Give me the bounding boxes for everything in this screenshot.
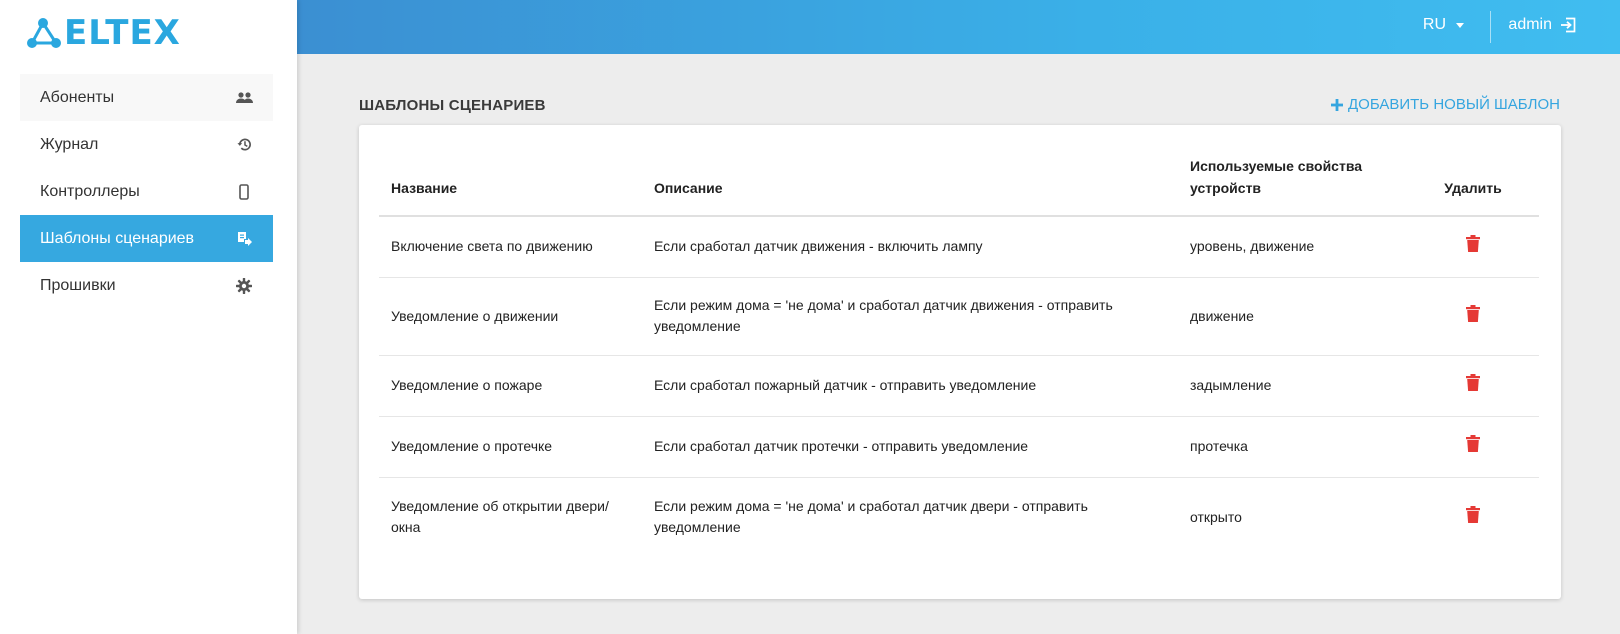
plus-icon [1331, 98, 1344, 111]
delete-icon[interactable] [1466, 374, 1480, 397]
language-selector[interactable]: RU [1423, 16, 1464, 34]
sidebar: ELTEX Абоненты Журнал Контроллеры Шаблон… [0, 0, 297, 634]
delete-icon[interactable] [1466, 235, 1480, 258]
device-icon [235, 183, 253, 201]
cell-delete [1407, 477, 1539, 557]
cell-description: Если сработал датчик движения - включить… [642, 216, 1178, 278]
page-title: ШАБЛОНЫ СЦЕНАРИЕВ [359, 97, 546, 114]
cell-description: Если режим дома = 'не дома' и сработал д… [642, 277, 1178, 356]
column-header-description: Описание [642, 155, 1178, 217]
add-template-button[interactable]: ДОБАВИТЬ НОВЫЙ ШАБЛОН [1331, 96, 1560, 113]
cell-name: Уведомление о пожаре [379, 355, 642, 417]
cell-properties: движение [1178, 277, 1407, 356]
sidebar-item-firmware[interactable]: Прошивки [20, 262, 273, 309]
cell-name: Включение света по движению [379, 216, 642, 278]
delete-icon[interactable] [1466, 435, 1480, 458]
history-icon [235, 136, 253, 154]
cell-delete [1407, 277, 1539, 356]
table-row[interactable]: Уведомление о протечке Если сработал дат… [379, 416, 1539, 478]
sidebar-item-journal[interactable]: Журнал [20, 121, 273, 168]
table-header-row: Название Описание Используемые свойства … [379, 155, 1539, 217]
cell-name: Уведомление об открытии двери/окна [391, 498, 609, 536]
sidebar-item-subscribers[interactable]: Абоненты [20, 74, 273, 121]
cell-properties: протечка [1178, 416, 1407, 478]
cell-delete [1407, 216, 1539, 278]
delete-icon[interactable] [1466, 304, 1480, 328]
template-icon [235, 230, 253, 248]
cell-delete [1407, 416, 1539, 478]
sidebar-item-label: Контроллеры [40, 182, 140, 200]
add-template-label: ДОБАВИТЬ НОВЫЙ ШАБЛОН [1348, 96, 1560, 113]
sidebar-nav: Абоненты Журнал Контроллеры Шаблоны сцен… [20, 74, 273, 309]
users-icon [235, 89, 253, 107]
table-row[interactable]: Уведомление о пожаре Если сработал пожар… [379, 355, 1539, 417]
user-menu[interactable]: admin [1508, 16, 1577, 34]
logo-icon [27, 18, 61, 48]
cell-description: Если сработал датчик протечки - отправит… [642, 416, 1178, 478]
sidebar-item-label: Шаблоны сценариев [40, 229, 195, 247]
username: admin [1508, 16, 1552, 33]
chevron-down-icon [1456, 22, 1464, 28]
cell-name: Уведомление о движении [379, 277, 642, 356]
cell-properties: уровень, движение [1178, 216, 1407, 278]
eltex-logo[interactable]: ELTEX [26, 14, 181, 52]
header-divider [1490, 11, 1491, 43]
column-header-delete: Удалить [1407, 155, 1539, 217]
table-row[interactable]: Включение света по движению Если сработа… [379, 216, 1539, 278]
templates-table: Название Описание Используемые свойства … [379, 155, 1539, 557]
table-row[interactable]: Уведомление об открытии двери/окна Если … [379, 477, 1539, 557]
sidebar-item-label: Журнал [40, 135, 99, 153]
sidebar-item-controllers[interactable]: Контроллеры [20, 168, 273, 215]
sidebar-item-label: Абоненты [40, 88, 115, 106]
delete-icon[interactable] [1466, 505, 1480, 529]
sidebar-item-templates[interactable]: Шаблоны сценариев [20, 215, 273, 262]
cell-description: Если режим дома = 'не дома' и сработал д… [654, 498, 1088, 536]
logout-icon [1561, 17, 1576, 33]
top-header: RU admin [297, 0, 1620, 54]
gear-icon [235, 277, 253, 295]
cell-delete [1407, 355, 1539, 417]
column-header-name: Название [379, 155, 642, 217]
table-row[interactable]: Уведомление о движении Если режим дома =… [379, 277, 1539, 356]
cell-properties: задымление [1178, 355, 1407, 417]
column-header-properties: Используемые свойства устройств [1178, 155, 1407, 217]
cell-properties: открыто [1190, 508, 1242, 525]
sidebar-item-label: Прошивки [40, 276, 116, 294]
logo-text: ELTEX [64, 13, 181, 53]
language-label: RU [1422, 16, 1446, 33]
cell-name: Уведомление о протечке [379, 416, 642, 478]
templates-card: Название Описание Используемые свойства … [359, 125, 1561, 599]
cell-description: Если сработал пожарный датчик - отправит… [642, 355, 1178, 417]
